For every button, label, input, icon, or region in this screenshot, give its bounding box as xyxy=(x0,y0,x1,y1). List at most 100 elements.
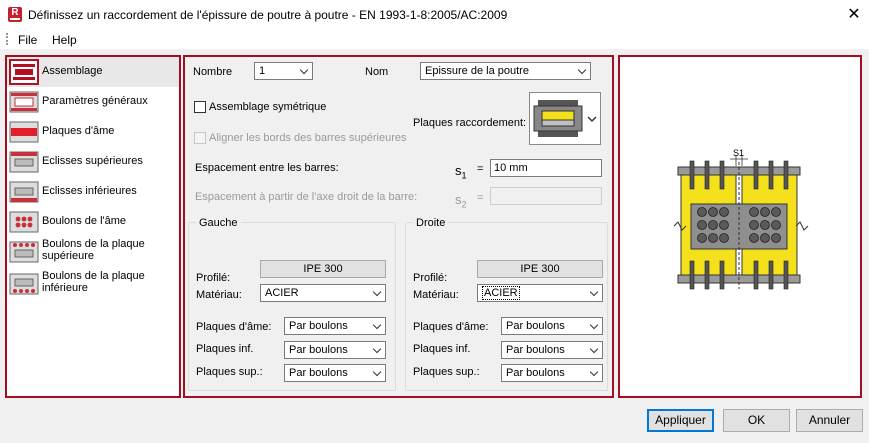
right-web-select[interactable]: Par boulons xyxy=(501,317,603,335)
upper-flange-plates-icon xyxy=(9,151,39,173)
ok-button[interactable]: OK xyxy=(723,409,790,432)
assembly-icon xyxy=(9,59,39,85)
left-upper-label: Plaques sup.: xyxy=(196,366,263,378)
lower-plate-bolts-icon xyxy=(9,273,39,295)
chevron-down-icon xyxy=(589,367,599,377)
app-icon: R xyxy=(8,7,22,22)
apply-button[interactable]: Appliquer xyxy=(647,409,714,432)
s1-input[interactable]: 10 mm xyxy=(490,159,602,177)
left-material-select[interactable]: ACIER xyxy=(260,284,386,302)
left-material-value: ACIER xyxy=(265,287,299,299)
spacing-label: Espacement entre les barres: xyxy=(195,162,339,174)
close-icon[interactable]: ✕ xyxy=(839,0,869,29)
left-material-label: Matériau: xyxy=(196,289,242,301)
nombre-select[interactable]: 1 xyxy=(254,62,313,80)
symmetric-label: Assemblage symétrique xyxy=(209,101,327,113)
right-lower-label: Plaques inf. xyxy=(413,343,471,355)
menu-file[interactable]: File xyxy=(18,33,37,47)
chevron-down-icon xyxy=(577,65,587,75)
align-checkbox[interactable] xyxy=(194,132,206,144)
connection-plates-picker[interactable] xyxy=(529,92,601,145)
left-web-label: Plaques d'âme: xyxy=(196,321,272,333)
chevron-down-icon xyxy=(372,344,382,354)
s1-symbol: s1 xyxy=(455,163,467,181)
nombre-label: Nombre xyxy=(193,66,233,78)
nav-label: Boulons de la plaque supérieure xyxy=(42,238,145,262)
nav-label: Plaques d'âme xyxy=(42,125,115,137)
right-web-value: Par boulons xyxy=(506,320,565,332)
left-group: Gauche Profilé: IPE 300 Matériau: ACIER … xyxy=(188,217,396,391)
general-params-icon xyxy=(9,91,39,113)
title-bar: R Définissez un raccordement de l'épissu… xyxy=(0,0,869,29)
assembly-form: Nombre 1 Nom Epissure de la poutre Assem… xyxy=(183,55,614,398)
plates-label: Plaques raccordement: xyxy=(413,117,527,129)
left-upper-select[interactable]: Par boulons xyxy=(284,364,386,382)
chevron-down-icon xyxy=(372,320,382,330)
nav-item-boulons-sup[interactable]: Boulons de la plaque supérieure xyxy=(7,237,179,267)
align-label: Aligner les bords des barres supérieures xyxy=(209,132,407,144)
right-material-label: Matériau: xyxy=(413,289,459,301)
plates-type-icon xyxy=(533,100,597,137)
section-list: Assemblage Paramètres généraux Plaques d… xyxy=(7,57,179,396)
left-web-value: Par boulons xyxy=(289,320,348,332)
nom-value: Epissure de la poutre xyxy=(425,65,529,77)
left-profile-value: IPE 300 xyxy=(260,260,386,278)
chevron-down-icon xyxy=(299,65,309,75)
lower-flange-plates-icon xyxy=(9,181,39,203)
window-title: Définissez un raccordement de l'épissure… xyxy=(28,8,508,22)
nav-label: Paramètres généraux xyxy=(42,95,148,107)
left-group-title: Gauche xyxy=(196,217,241,229)
chevron-down-icon xyxy=(589,287,599,297)
right-profile-label: Profilé: xyxy=(413,272,448,284)
left-lower-select[interactable]: Par boulons xyxy=(284,341,386,359)
left-profile-label: Profilé: xyxy=(196,272,231,284)
left-lower-value: Par boulons xyxy=(289,344,348,356)
nav-label: Boulons de la plaque inférieure xyxy=(42,270,145,294)
right-upper-select[interactable]: Par boulons xyxy=(501,364,603,382)
chevron-down-icon xyxy=(589,344,599,354)
cancel-button[interactable]: Annuler xyxy=(796,409,863,432)
right-group-title: Droite xyxy=(413,217,449,229)
nav-item-assemblage[interactable]: Assemblage xyxy=(7,57,179,87)
nom-label: Nom xyxy=(365,66,389,78)
s2-symbol: s2 xyxy=(455,192,467,210)
nombre-value: 1 xyxy=(259,65,266,77)
nav-label: Eclisses inférieures xyxy=(42,185,137,197)
menu-bar: File Help xyxy=(0,29,869,49)
nom-select[interactable]: Epissure de la poutre xyxy=(420,62,591,80)
right-upper-label: Plaques sup.: xyxy=(413,366,480,378)
s1-equals: = xyxy=(477,163,484,175)
right-profile-value: IPE 300 xyxy=(477,260,603,278)
right-lower-select[interactable]: Par boulons xyxy=(501,341,603,359)
nav-item-plaques-ame[interactable]: Plaques d'âme xyxy=(7,117,179,147)
splice-drawing: S1 xyxy=(673,148,809,290)
left-upper-value: Par boulons xyxy=(289,367,348,379)
right-upper-value: Par boulons xyxy=(506,367,565,379)
symmetric-checkbox[interactable] xyxy=(194,101,206,113)
right-group: Droite Profilé: IPE 300 Matériau: ACIER … xyxy=(405,217,608,391)
chevron-down-icon xyxy=(372,367,382,377)
s2-input[interactable] xyxy=(490,187,602,205)
nav-item-eclisses-sup[interactable]: Eclisses supérieures xyxy=(7,147,179,177)
nav-item-boulons-inf[interactable]: Boulons de la plaque inférieure xyxy=(7,269,179,299)
left-web-select[interactable]: Par boulons xyxy=(284,317,386,335)
nav-label: Eclisses supérieures xyxy=(42,155,143,167)
right-web-label: Plaques d'âme: xyxy=(413,321,489,333)
nav-label: Boulons de l'âme xyxy=(42,215,127,227)
menu-help[interactable]: Help xyxy=(52,33,77,47)
s2-equals: = xyxy=(477,192,484,204)
s1-dimension-label: S1 xyxy=(733,148,744,158)
connection-preview: S1 xyxy=(620,57,860,396)
nav-item-eclisses-inf[interactable]: Eclisses inférieures xyxy=(7,177,179,207)
web-plates-icon xyxy=(9,121,39,143)
nav-item-parametres[interactable]: Paramètres généraux xyxy=(7,87,179,117)
upper-plate-bolts-icon xyxy=(9,241,39,263)
spacing-axis-label: Espacement à partir de l'axe droit de la… xyxy=(195,191,418,203)
right-lower-value: Par boulons xyxy=(506,344,565,356)
menu-grip xyxy=(6,33,8,45)
web-bolts-icon xyxy=(9,211,39,233)
left-lower-label: Plaques inf. xyxy=(196,343,254,355)
right-material-value: ACIER xyxy=(482,286,520,300)
right-material-select[interactable]: ACIER xyxy=(477,284,603,302)
nav-item-boulons-ame[interactable]: Boulons de l'âme xyxy=(7,207,179,237)
